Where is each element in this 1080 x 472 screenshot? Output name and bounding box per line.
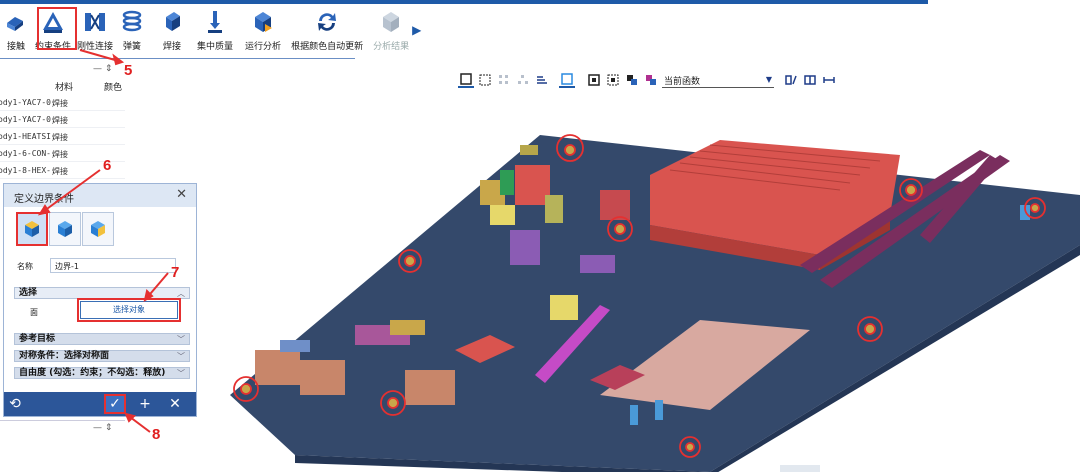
color-view-icon[interactable]	[624, 72, 640, 88]
3d-viewport[interactable]	[200, 95, 1080, 472]
wireframe-view-icon[interactable]	[477, 72, 493, 88]
dropdown-arrow-icon: ▼	[765, 74, 772, 84]
function-select-value: 当前函数	[664, 76, 701, 87]
explode-view-icon[interactable]	[515, 72, 531, 88]
view-toolbar: 当前函数 ▼	[458, 72, 837, 88]
list-view-icon[interactable]	[534, 72, 550, 88]
zoom-fit-icon[interactable]	[586, 72, 602, 88]
solid-view-icon[interactable]	[458, 72, 474, 88]
frame-select-icon[interactable]	[559, 72, 575, 88]
function-select[interactable]: 当前函数 ▼	[662, 73, 774, 88]
measure-icon[interactable]	[821, 72, 837, 88]
section-view-icon[interactable]	[783, 72, 799, 88]
material-color-icon[interactable]	[643, 72, 659, 88]
scatter-grid-icon[interactable]	[496, 72, 512, 88]
split-view-icon[interactable]	[802, 72, 818, 88]
zoom-window-icon[interactable]	[605, 72, 621, 88]
